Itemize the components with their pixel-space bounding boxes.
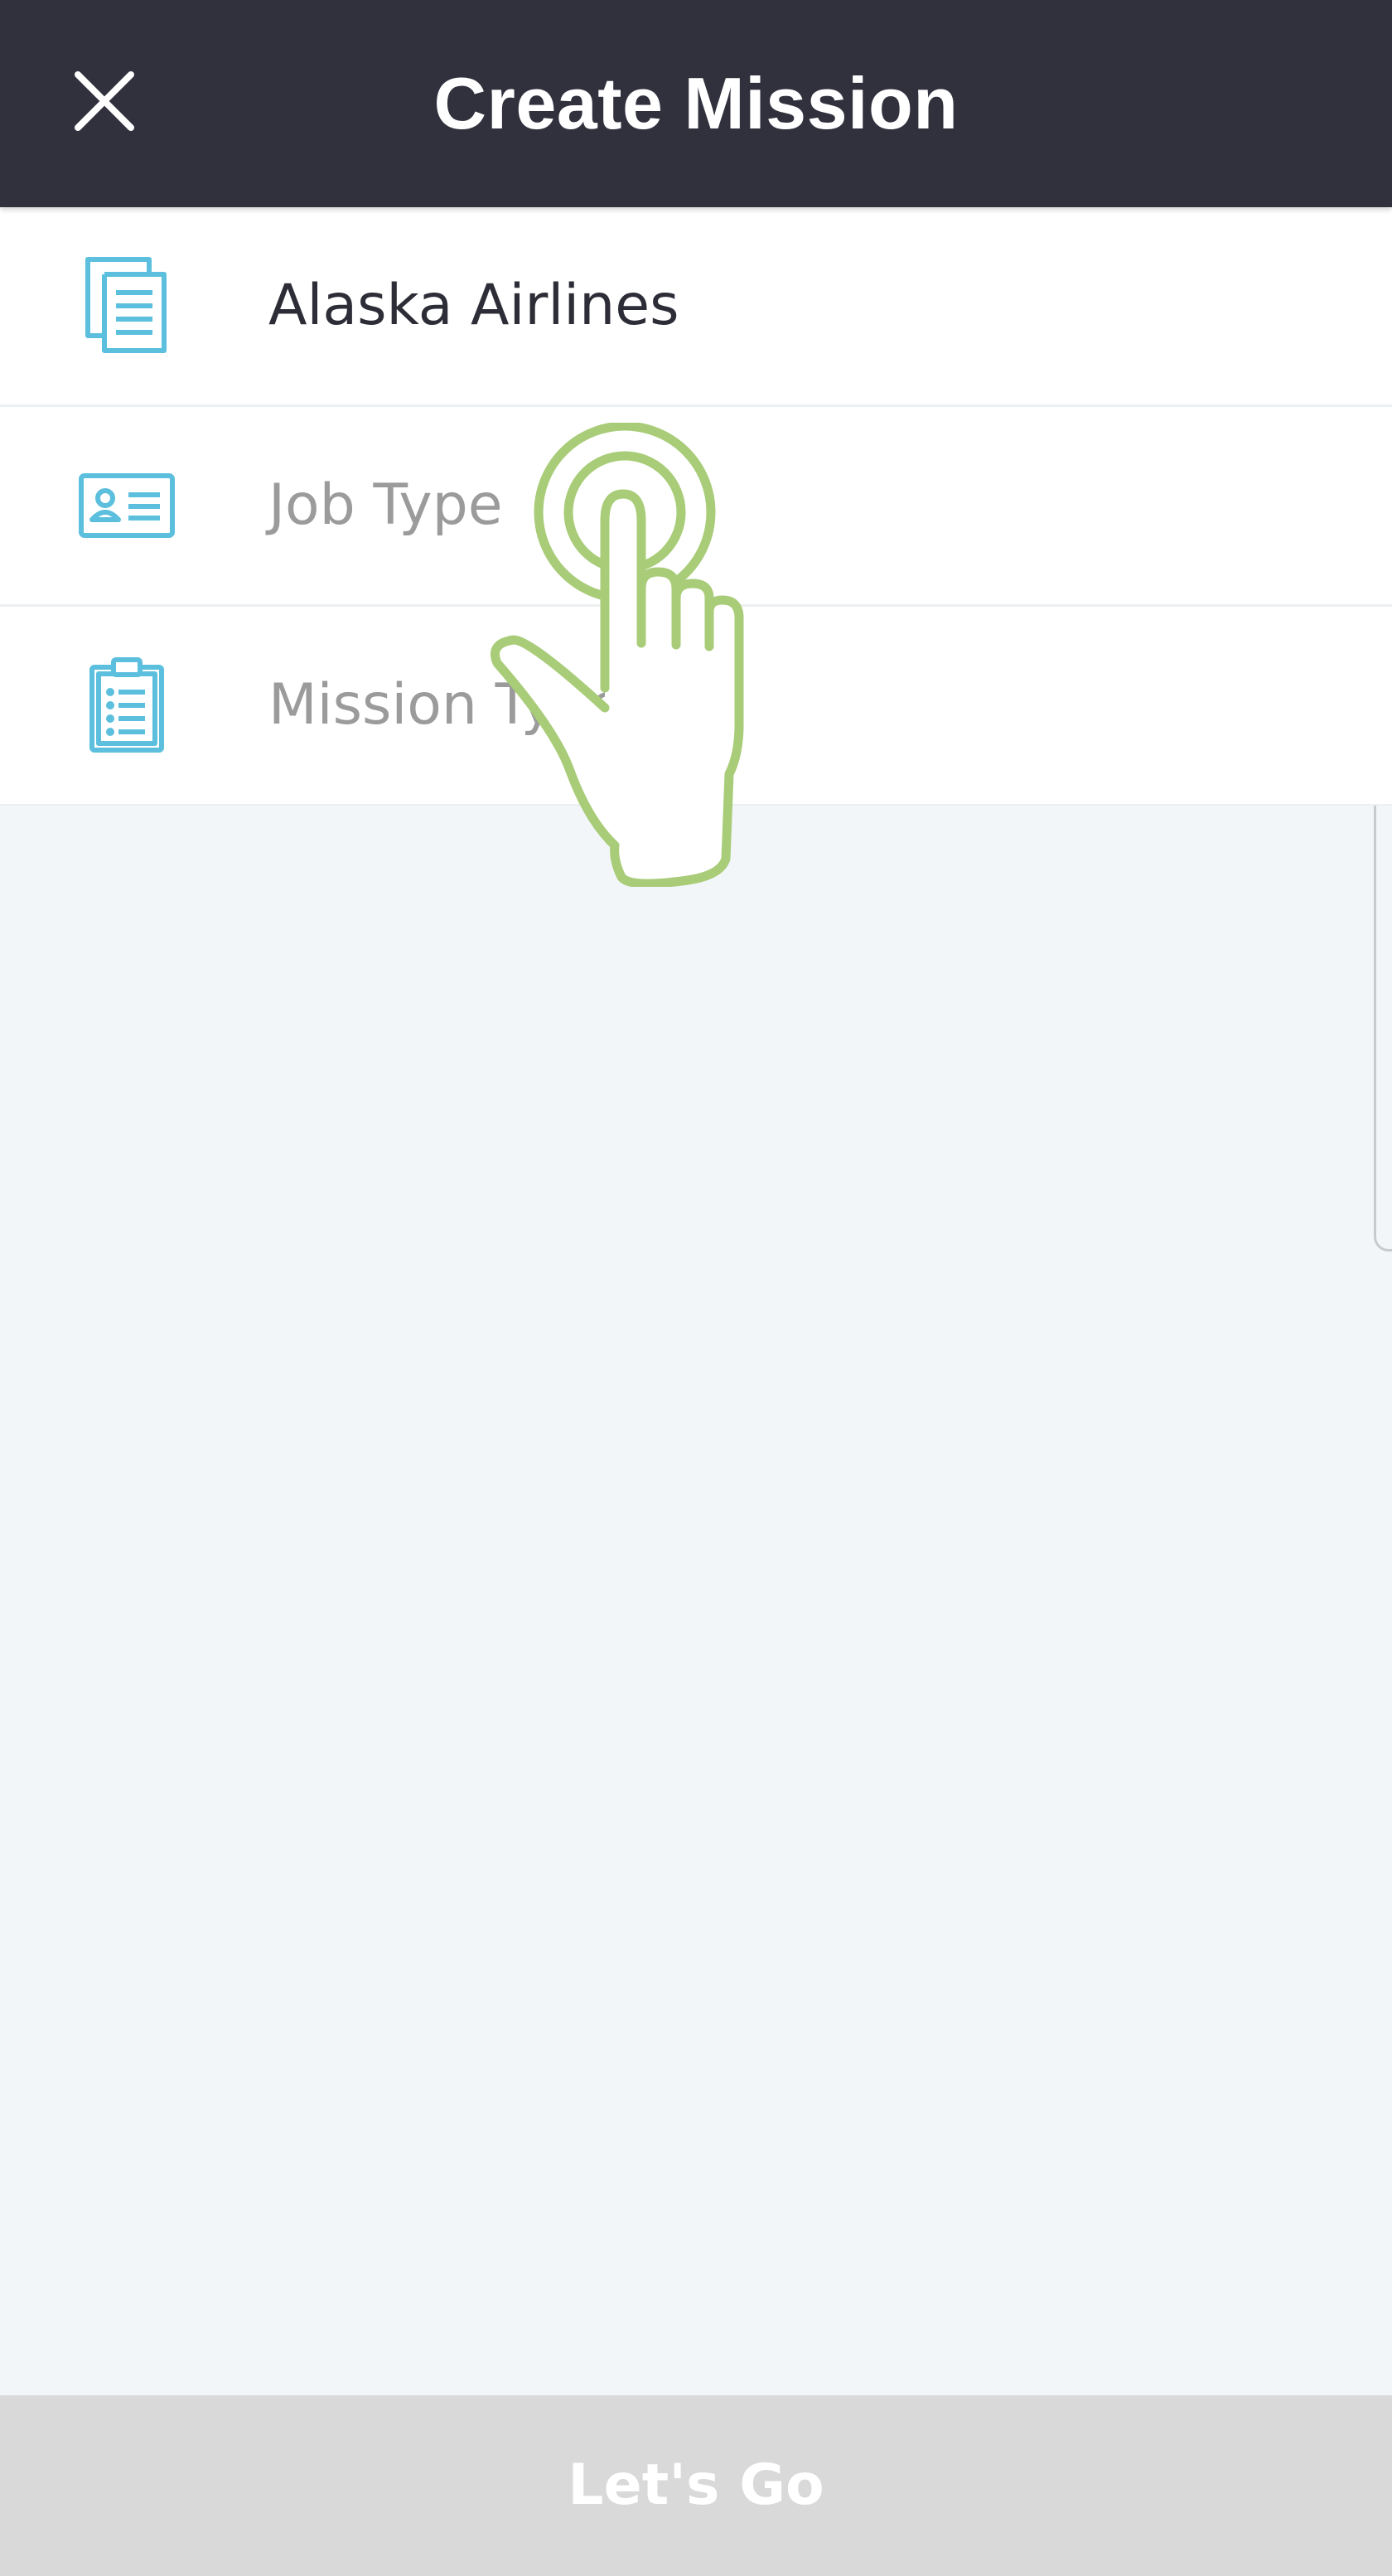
mission-type-placeholder: Mission Type: [268, 672, 625, 738]
page-title: Create Mission: [433, 62, 959, 144]
clipboard-icon: [73, 651, 181, 759]
close-button[interactable]: [63, 60, 146, 143]
document-icon: [73, 252, 181, 360]
app-header: Create Mission: [0, 0, 1392, 207]
mission-type-field[interactable]: Mission Type: [0, 607, 1392, 806]
id-card-icon: [73, 452, 181, 559]
close-icon: [75, 71, 134, 131]
lets-go-button[interactable]: Let's Go: [0, 2395, 1392, 2576]
job-type-field[interactable]: Job Type: [0, 407, 1392, 607]
job-type-placeholder: Job Type: [268, 472, 503, 538]
create-mission-screen: Create Mission Alaska Airlines Job Type …: [0, 0, 1392, 2576]
mission-form: Alaska Airlines Job Type Mission Type: [0, 207, 1392, 806]
airline-value: Alaska Airlines: [268, 273, 679, 338]
airline-field[interactable]: Alaska Airlines: [0, 207, 1392, 407]
